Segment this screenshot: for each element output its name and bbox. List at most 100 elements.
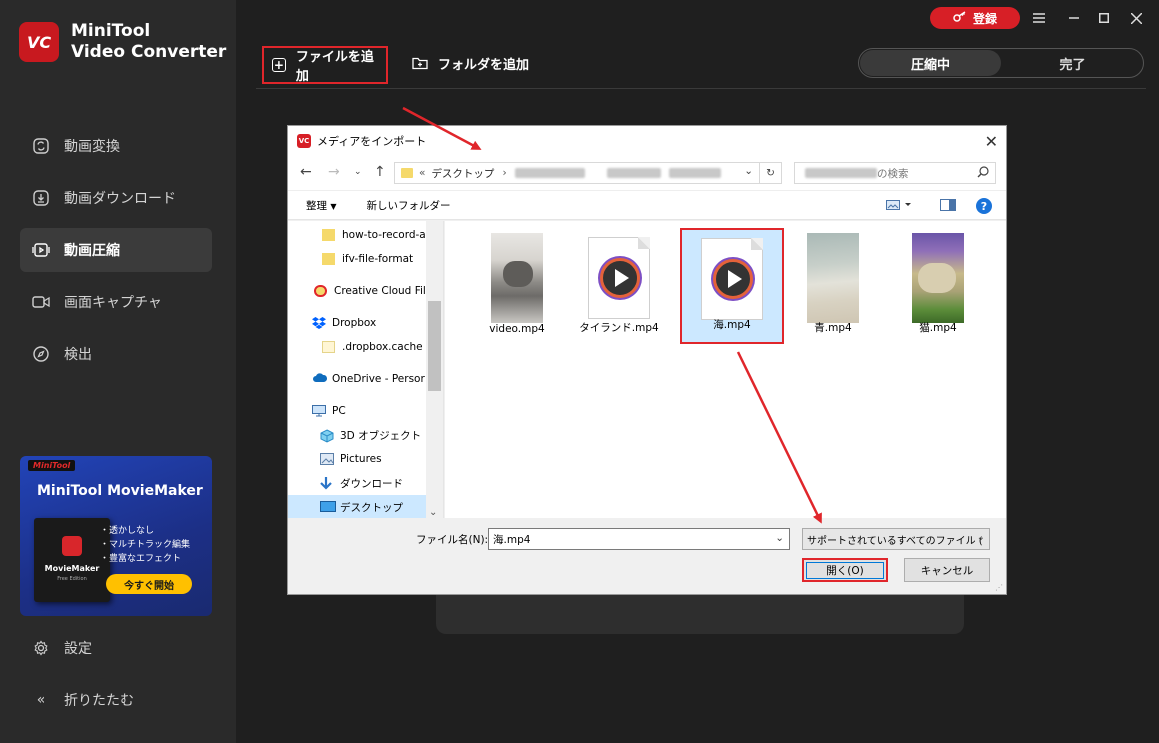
filetype-select[interactable]: サポートされているすべてのファイル ( ⌄ [802, 528, 990, 550]
forward-arrow-icon[interactable]: → [328, 164, 340, 180]
cats-shape [918, 263, 956, 293]
tree-item[interactable]: Creative Cloud File [288, 279, 428, 303]
promo-title: MiniTool MovieMaker [37, 483, 203, 499]
scroll-down-icon[interactable]: ⌄ [429, 507, 437, 518]
tree-item[interactable]: PC [288, 399, 428, 423]
app-name-line1: MiniTool [71, 21, 151, 41]
play-icon [600, 258, 640, 298]
dropbox-icon [312, 317, 326, 329]
tree-item[interactable]: ダウンロード [288, 471, 428, 495]
tree-item[interactable]: Dropbox [288, 311, 428, 335]
open-button-focus: 開く(O) [806, 561, 884, 579]
tree-item[interactable]: 3D オブジェクト [288, 423, 428, 447]
tree-scrollbar[interactable]: ⌄ [426, 221, 443, 518]
breadcrumb-prefix: « [419, 167, 426, 179]
cancel-button[interactable]: キャンセル [904, 558, 990, 582]
sidebar-item-label: 動画変換 [64, 139, 120, 155]
sidebar-item-collapse[interactable]: « 折りたたむ [20, 678, 212, 722]
tree-item[interactable]: OneDrive - Persor [288, 367, 428, 391]
dialog-title: メディアをインポート [317, 135, 427, 148]
sidebar-item-convert[interactable]: 動画変換 [20, 124, 212, 168]
caret-down-icon: ▼ [330, 201, 337, 211]
sidebar-item-discover[interactable]: 検出 [20, 332, 212, 376]
chevron-down-icon: ⌄ [976, 532, 985, 543]
help-icon[interactable]: ? [976, 198, 992, 214]
file-label: 猫.mp4 [919, 322, 957, 334]
divider [256, 88, 1146, 89]
moviemaker-promo[interactable]: MiniTool MiniTool MovieMaker MovieMaker … [20, 456, 212, 616]
up-arrow-icon[interactable]: ↑ [374, 164, 386, 180]
maximize-icon[interactable] [1095, 9, 1113, 27]
tree-item-label: ifv-file-format [342, 253, 414, 265]
file-label: video.mp4 [489, 323, 545, 335]
app-logo-icon: VC [297, 134, 311, 148]
breadcrumb[interactable]: デスクトップ [431, 166, 494, 181]
key-icon [953, 10, 967, 26]
file-label: 青.mp4 [814, 322, 852, 334]
promo-product-box: MovieMaker Free Edition [34, 518, 110, 602]
plus-icon: + [272, 58, 286, 72]
sidebar-item-capture[interactable]: 画面キャプチャ [20, 280, 212, 324]
file-item[interactable]: 青.mp4 [781, 229, 885, 345]
chevron-down-icon[interactable]: ⌄ [744, 165, 753, 177]
filename-label: ファイル名(N): [416, 534, 489, 546]
tree-item[interactable]: ifv-file-format [288, 247, 428, 271]
login-button[interactable]: 登録 [930, 7, 1020, 29]
minimize-icon[interactable] [1065, 9, 1083, 27]
dialog-close-icon[interactable]: ✕ [985, 132, 998, 151]
tree-item-label: OneDrive - Persor [332, 373, 425, 385]
sidebar-item-settings[interactable]: 設定 [20, 626, 212, 670]
file-item[interactable]: タイランド.mp4 [567, 229, 671, 345]
view-options-icon[interactable] [886, 199, 912, 211]
search-input[interactable]: の検索 [794, 162, 996, 184]
promo-feature: ・豊富なエフェクト [100, 554, 182, 564]
open-button[interactable]: 開く(O) [802, 558, 888, 582]
video-thumbnail-sea [807, 233, 859, 323]
tree-item[interactable]: how-to-record-a [288, 223, 428, 247]
organize-label: 整理 [306, 199, 327, 212]
add-file-button[interactable]: + ファイルを追加 [262, 46, 388, 84]
pictures-icon [320, 453, 334, 465]
tab-compressing[interactable]: 圧縮中 [860, 50, 1001, 76]
back-arrow-icon[interactable]: ← [300, 164, 312, 180]
refresh-icon[interactable]: ↻ [759, 163, 781, 183]
tree-item-label: Creative Cloud File [334, 285, 428, 297]
tree-item[interactable]: .dropbox.cache [288, 335, 428, 359]
tab-completed[interactable]: 完了 [1002, 49, 1143, 77]
organize-button[interactable]: 整理 ▼ [306, 198, 337, 213]
tree-item-label: 3D オブジェクト [340, 429, 422, 442]
compress-icon [32, 241, 50, 259]
preview-pane-icon[interactable] [940, 199, 956, 211]
recent-dropdown-icon[interactable]: ⌄ [354, 167, 362, 177]
search-placeholder: の検索 [877, 167, 909, 180]
login-label: 登録 [972, 11, 997, 26]
new-folder-button[interactable]: 新しいフォルダー [367, 198, 451, 213]
promo-box-sub: Free Edition [57, 576, 87, 582]
menu-icon[interactable] [1030, 9, 1048, 27]
sidebar-item-download[interactable]: 動画ダウンロード [20, 176, 212, 220]
dialog-titlebar: VC メディアをインポート ✕ [288, 126, 1006, 156]
file-item-selected[interactable]: 海.mp4 [680, 228, 784, 344]
file-item[interactable]: 猫.mp4 [886, 229, 990, 345]
add-folder-button[interactable]: フォルダを追加 [412, 54, 529, 73]
chevron-down-icon[interactable]: ⌄ [775, 532, 784, 544]
app-logo: VC [19, 22, 59, 62]
filename-input[interactable]: 海.mp4 ⌄ [488, 528, 790, 550]
onedrive-icon [312, 373, 328, 385]
file-item[interactable]: video.mp4 [465, 229, 569, 345]
dialog-footer: ファイル名(N): 海.mp4 ⌄ サポートされているすべてのファイル ( ⌄ … [288, 518, 1006, 594]
tree-item[interactable]: Pictures [288, 447, 428, 471]
download-icon [32, 189, 50, 207]
sidebar-item-compress[interactable]: 動画圧縮 [20, 228, 212, 272]
scrollbar-thumb[interactable] [428, 301, 441, 391]
cube-icon [320, 429, 334, 443]
sidebar-item-label: 動画ダウンロード [64, 191, 176, 207]
sidebar-item-label: 設定 [64, 641, 92, 657]
close-icon[interactable] [1127, 9, 1145, 27]
sidebar: VC MiniTool Video Converter 動画変換 動画ダウンロー… [0, 0, 236, 743]
promo-start-button[interactable]: 今すぐ開始 [106, 574, 192, 594]
address-bar[interactable]: « デスクトップ › ⌄ ↻ [394, 162, 782, 184]
tree-item-desktop[interactable]: デスクトップ [288, 495, 428, 518]
resize-grip-icon[interactable]: ⋰ [995, 583, 1003, 592]
video-file-icon [588, 237, 650, 319]
